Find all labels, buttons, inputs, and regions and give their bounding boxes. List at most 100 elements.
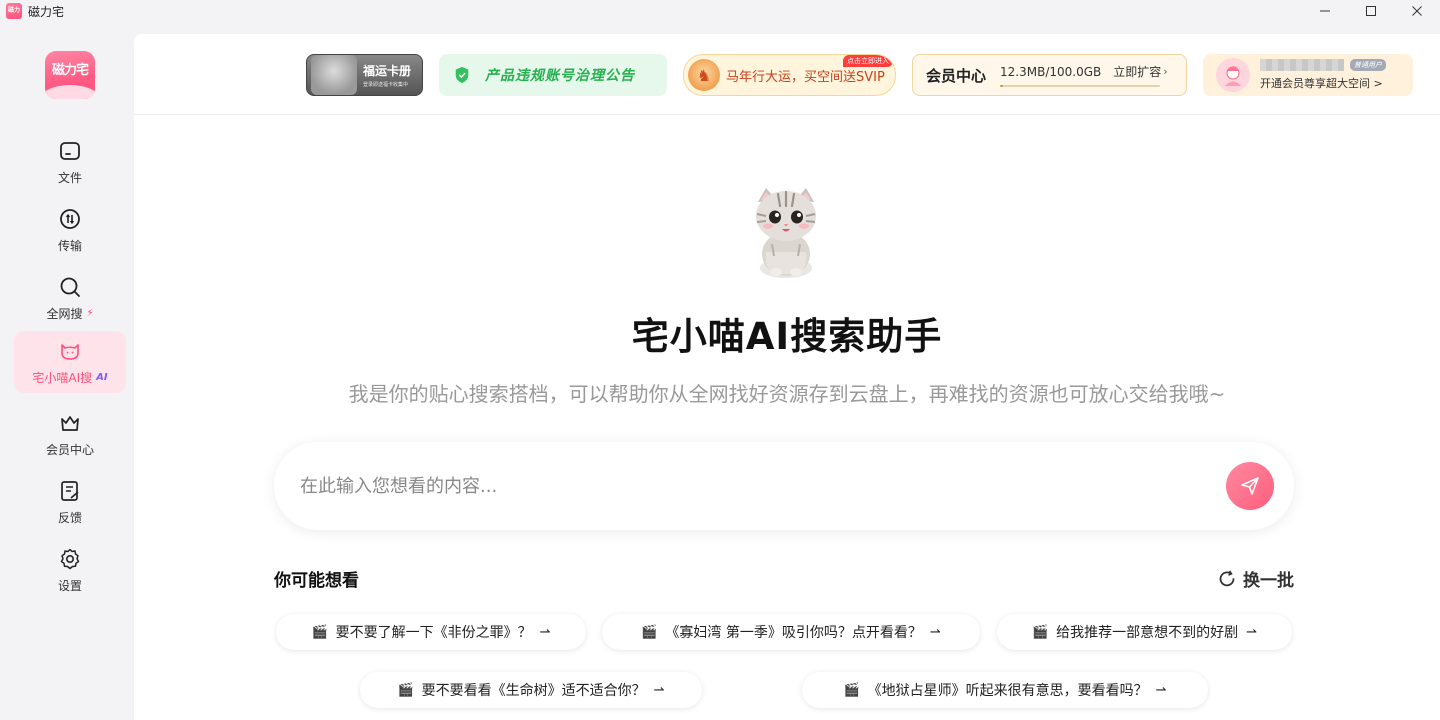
user-name-redacted [1260, 59, 1344, 71]
sidebar-item-label: 宅小喵AI搜 AI [32, 369, 107, 386]
storage-progress-fill [1000, 85, 1004, 87]
shield-icon [455, 66, 469, 84]
top-banner-bar: 福运卡册 登录即送福卡收集中 产品违规账号治理公告 ♞ 马年行大运，买空间送SV… [134, 34, 1440, 115]
storage-progress-bar [1000, 85, 1161, 87]
svip-promo-banner[interactable]: ♞ 马年行大运，买空间送SVIP 点击立即进入 [683, 54, 896, 96]
user-info: 普通用户 开通会员尊享超大空间 > [1260, 59, 1386, 91]
arrow-right-icon: ⇀ [1246, 624, 1258, 640]
maximize-icon [1366, 6, 1376, 16]
folder-icon [60, 141, 80, 160]
cat-icon [61, 343, 79, 360]
sidebar-item-text: 宅小喵AI搜 [32, 370, 93, 385]
arrow-right-icon: ⇀ [929, 624, 941, 640]
suggestion-chip[interactable]: 🎬 《寡妇湾 第一季》吸引你吗？点开看看？ ⇀ [602, 614, 980, 650]
svip-promo-tag: 点击立即进入 [843, 55, 893, 67]
arrow-right-icon: ⇀ [1155, 682, 1167, 698]
sidebar-item-transfer[interactable]: 传输 [14, 199, 126, 261]
storage-usage: 12.3MB/100.0GB 立即扩容 › [1000, 63, 1168, 87]
arrow-right-icon: ⇀ [653, 682, 665, 698]
expand-storage-link[interactable]: 立即扩容 [1113, 63, 1161, 80]
member-center-title: 会员中心 [926, 66, 987, 85]
user-profile-banner[interactable]: 普通用户 开通会员尊享超大空间 > [1203, 54, 1413, 96]
refresh-label: 换一批 [1243, 571, 1294, 591]
storage-usage-row: 12.3MB/100.0GB 立即扩容 › [1000, 63, 1168, 80]
suggestion-text: 给我推荐一部意想不到的好剧 [1056, 625, 1239, 641]
horse-mascot-icon: ♞ [688, 59, 720, 91]
refresh-icon [1219, 570, 1235, 586]
suggestion-chip[interactable]: 🎬 《地狱占星师》听起来很有意思，要看看吗？ ⇀ [802, 672, 1208, 708]
suggestions-title: 你可能想看 [274, 571, 359, 591]
send-icon [1241, 477, 1259, 495]
upgrade-hint-text: 开通会员尊享超大空间 [1260, 77, 1370, 90]
suggestion-text: 要不要了解一下《非份之罪》？ [335, 625, 532, 641]
ai-search-box [274, 442, 1294, 530]
sidebar-item-label: 会员中心 [45, 442, 94, 457]
feedback-icon [61, 480, 79, 501]
member-center-banner[interactable]: 会员中心 12.3MB/100.0GB 立即扩容 › [912, 54, 1187, 96]
violation-notice-banner[interactable]: 产品违规账号治理公告 [439, 54, 667, 96]
storage-usage-text: 12.3MB/100.0GB [1000, 64, 1102, 79]
page-subtitle: 我是你的贴心搜索搭档，可以帮助你从全网找好资源存到云盘上，再难找的资源也可放心交… [348, 382, 1226, 406]
sidebar-item-ai-search[interactable]: 宅小喵AI搜 AI [14, 331, 126, 393]
svip-promo-text: 马年行大运，买空间送SVIP [726, 69, 885, 85]
close-icon [1412, 6, 1422, 16]
close-button[interactable] [1394, 0, 1440, 22]
window-title: 磁力宅 [28, 4, 65, 19]
clapperboard-icon: 🎬 [311, 624, 328, 640]
notice-text: 产品违规账号治理公告 [485, 68, 635, 84]
gear-icon [60, 548, 80, 569]
sidebar-item-label: 设置 [57, 578, 82, 593]
search-input[interactable] [300, 475, 1200, 497]
clapperboard-icon: 🎬 [1031, 624, 1049, 640]
sidebar-item-label: 反馈 [57, 510, 82, 525]
refresh-suggestions-button[interactable]: 换一批 [1217, 566, 1294, 591]
window-controls [1302, 0, 1440, 22]
sidebar-item-settings[interactable]: 设置 [14, 539, 126, 601]
sidebar-item-files[interactable]: 文件 [14, 131, 126, 193]
sidebar-item-membership[interactable]: 会员中心 [14, 403, 126, 465]
sidebar-item-text: 全网搜 [46, 306, 83, 321]
sidebar-item-label: 全网搜 ⚡ [46, 305, 93, 322]
logo-text: 磁力宅 [51, 63, 89, 78]
main-panel: 福运卡册 登录即送福卡收集中 产品违规账号治理公告 ♞ 马年行大运，买空间送SV… [134, 34, 1440, 720]
user-avatar-icon [1225, 66, 1241, 86]
clapperboard-icon: 🎬 [843, 682, 860, 698]
chevron-right-icon: > [1373, 77, 1383, 90]
lightning-icon: ⚡ [86, 307, 94, 319]
search-icon [60, 277, 80, 297]
suggestion-text: 《寡妇湾 第一季》吸引你吗？点开看看？ [665, 625, 922, 641]
user-name-row: 普通用户 [1260, 59, 1386, 71]
minimize-button[interactable] [1302, 0, 1348, 22]
suggestion-chip[interactable]: 🎬 要不要看看《生命树》适不适合你？ ⇀ [360, 672, 702, 708]
sidebar-item-web-search[interactable]: 全网搜 ⚡ [14, 267, 126, 329]
fortune-figure-icon [311, 55, 357, 95]
sidebar-item-label: 文件 [57, 170, 82, 185]
send-button[interactable] [1226, 462, 1274, 510]
page-title: 宅小喵AI搜索助手 [631, 315, 943, 358]
suggestion-chip[interactable]: 🎬 给我推荐一部意想不到的好剧 ⇀ [997, 614, 1292, 650]
crown-icon [61, 415, 79, 431]
clapperboard-icon: 🎬 [641, 624, 658, 640]
transfer-icon [60, 208, 80, 229]
logo-cloud-icon [45, 85, 95, 99]
fortune-card-banner[interactable]: 福运卡册 登录即送福卡收集中 [306, 54, 423, 96]
suggestion-text: 要不要看看《生命树》适不适合你？ [421, 683, 646, 699]
app-logo[interactable]: 磁力宅 [45, 51, 95, 99]
arrow-right-icon: ⇀ [539, 624, 551, 640]
minimize-icon [1320, 10, 1330, 12]
title-bar: 磁力 磁力宅 [0, 0, 1440, 22]
chevron-right-icon: › [1163, 65, 1168, 78]
clapperboard-icon: 🎬 [397, 682, 414, 698]
upgrade-hint[interactable]: 开通会员尊享超大空间 > [1260, 75, 1386, 91]
cat-mascot-icon [756, 188, 816, 278]
maximize-button[interactable] [1348, 0, 1394, 22]
sidebar-item-label: 传输 [57, 238, 82, 253]
suggestion-chip[interactable]: 🎬 要不要了解一下《非份之罪》？ ⇀ [276, 614, 586, 650]
suggestion-text: 《地狱占星师》听起来很有意思，要看看吗？ [867, 683, 1148, 699]
sidebar: 磁力宅 文件 传输 全网搜 ⚡ 宅小喵AI搜 AI 会员中心 反馈 设置 [0, 34, 134, 720]
fortune-card-subtitle: 登录即送福卡收集中 [363, 82, 409, 88]
app-logo-icon: 磁力 [6, 3, 22, 19]
sidebar-item-feedback[interactable]: 反馈 [14, 471, 126, 533]
avatar[interactable] [1216, 58, 1250, 92]
fortune-card-title: 福运卡册 [363, 64, 412, 78]
